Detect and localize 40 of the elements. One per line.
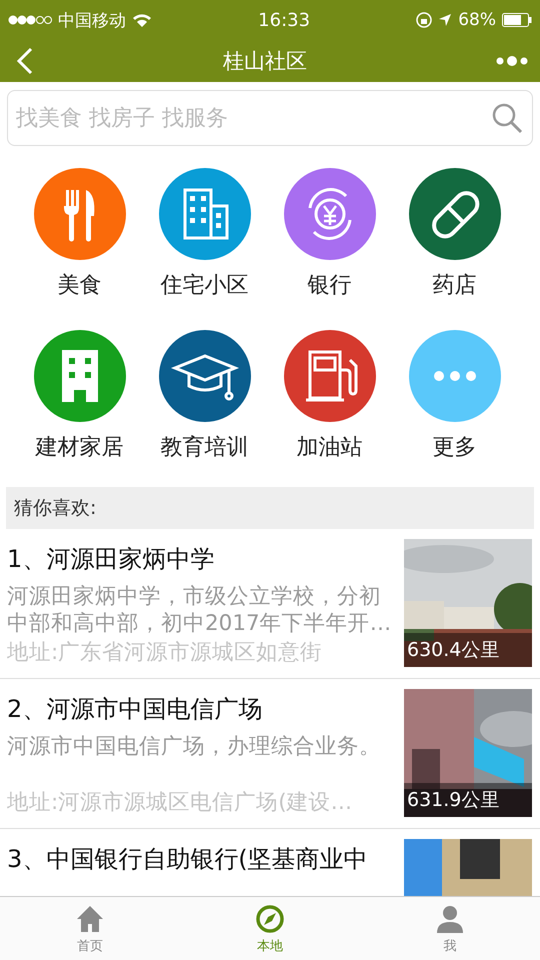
buildings-icon[interactable] xyxy=(158,168,250,260)
place-title[interactable]: 1、河源田家炳中学 xyxy=(7,543,392,575)
carrier-name: 中国移动 xyxy=(58,10,126,32)
place-title[interactable]: 3、中国银行自助银行(坚基商业中 xyxy=(7,843,392,875)
yen-exchange-icon[interactable] xyxy=(284,168,376,260)
distance-label: 630.4公里 xyxy=(404,633,532,667)
page-title: 桂山社区 xyxy=(223,48,307,75)
place-address: 地址:河源市源城区电信广场(建设… xyxy=(7,789,354,817)
wifi-icon xyxy=(132,13,152,27)
search-icon[interactable] xyxy=(491,102,523,134)
category-label[interactable]: 建材家居 xyxy=(36,432,124,462)
fuel-pump-icon[interactable] xyxy=(284,330,376,422)
search-field[interactable]: 找美食 找房子 找服务 xyxy=(7,90,533,146)
battery-percent: 68% xyxy=(458,10,496,30)
signal-icon xyxy=(8,15,52,25)
category-label[interactable]: 美食 xyxy=(58,270,102,300)
place-description: 河源市中国电信广场，办理综合业务。 xyxy=(7,733,382,761)
rotation-lock-icon xyxy=(416,12,432,28)
location-arrow-icon xyxy=(438,13,452,27)
category-label[interactable]: 加油站 xyxy=(296,432,362,462)
place-address: 地址:广东省河源市源城区如意街 xyxy=(7,639,324,667)
section-header: 猜你喜欢: xyxy=(6,487,534,529)
place-description: 河源田家炳中学，市级公立学校，分初中部和高中部，初中2017年下半年开… xyxy=(7,583,392,637)
graduation-cap-icon[interactable] xyxy=(158,330,250,422)
category-label[interactable]: 药店 xyxy=(432,270,476,300)
category-label[interactable]: 教育培训 xyxy=(160,432,248,462)
pill-icon[interactable] xyxy=(408,168,500,260)
category-label[interactable]: 住宅小区 xyxy=(160,270,248,300)
tab-item[interactable]: 本地 xyxy=(180,897,360,960)
back-icon[interactable] xyxy=(16,47,34,75)
more-menu-icon[interactable] xyxy=(496,55,528,67)
clock-time: 16:33 xyxy=(258,10,310,30)
place-title[interactable]: 2、河源市中国电信广场 xyxy=(7,693,392,725)
office-building-icon[interactable] xyxy=(34,330,126,422)
fork-knife-icon[interactable] xyxy=(34,168,126,260)
battery-icon xyxy=(502,13,532,27)
distance-label: 631.9公里 xyxy=(404,783,532,817)
ellipsis-icon[interactable] xyxy=(408,330,500,422)
category-label[interactable]: 银行 xyxy=(308,270,352,300)
category-label[interactable]: 更多 xyxy=(432,432,476,462)
